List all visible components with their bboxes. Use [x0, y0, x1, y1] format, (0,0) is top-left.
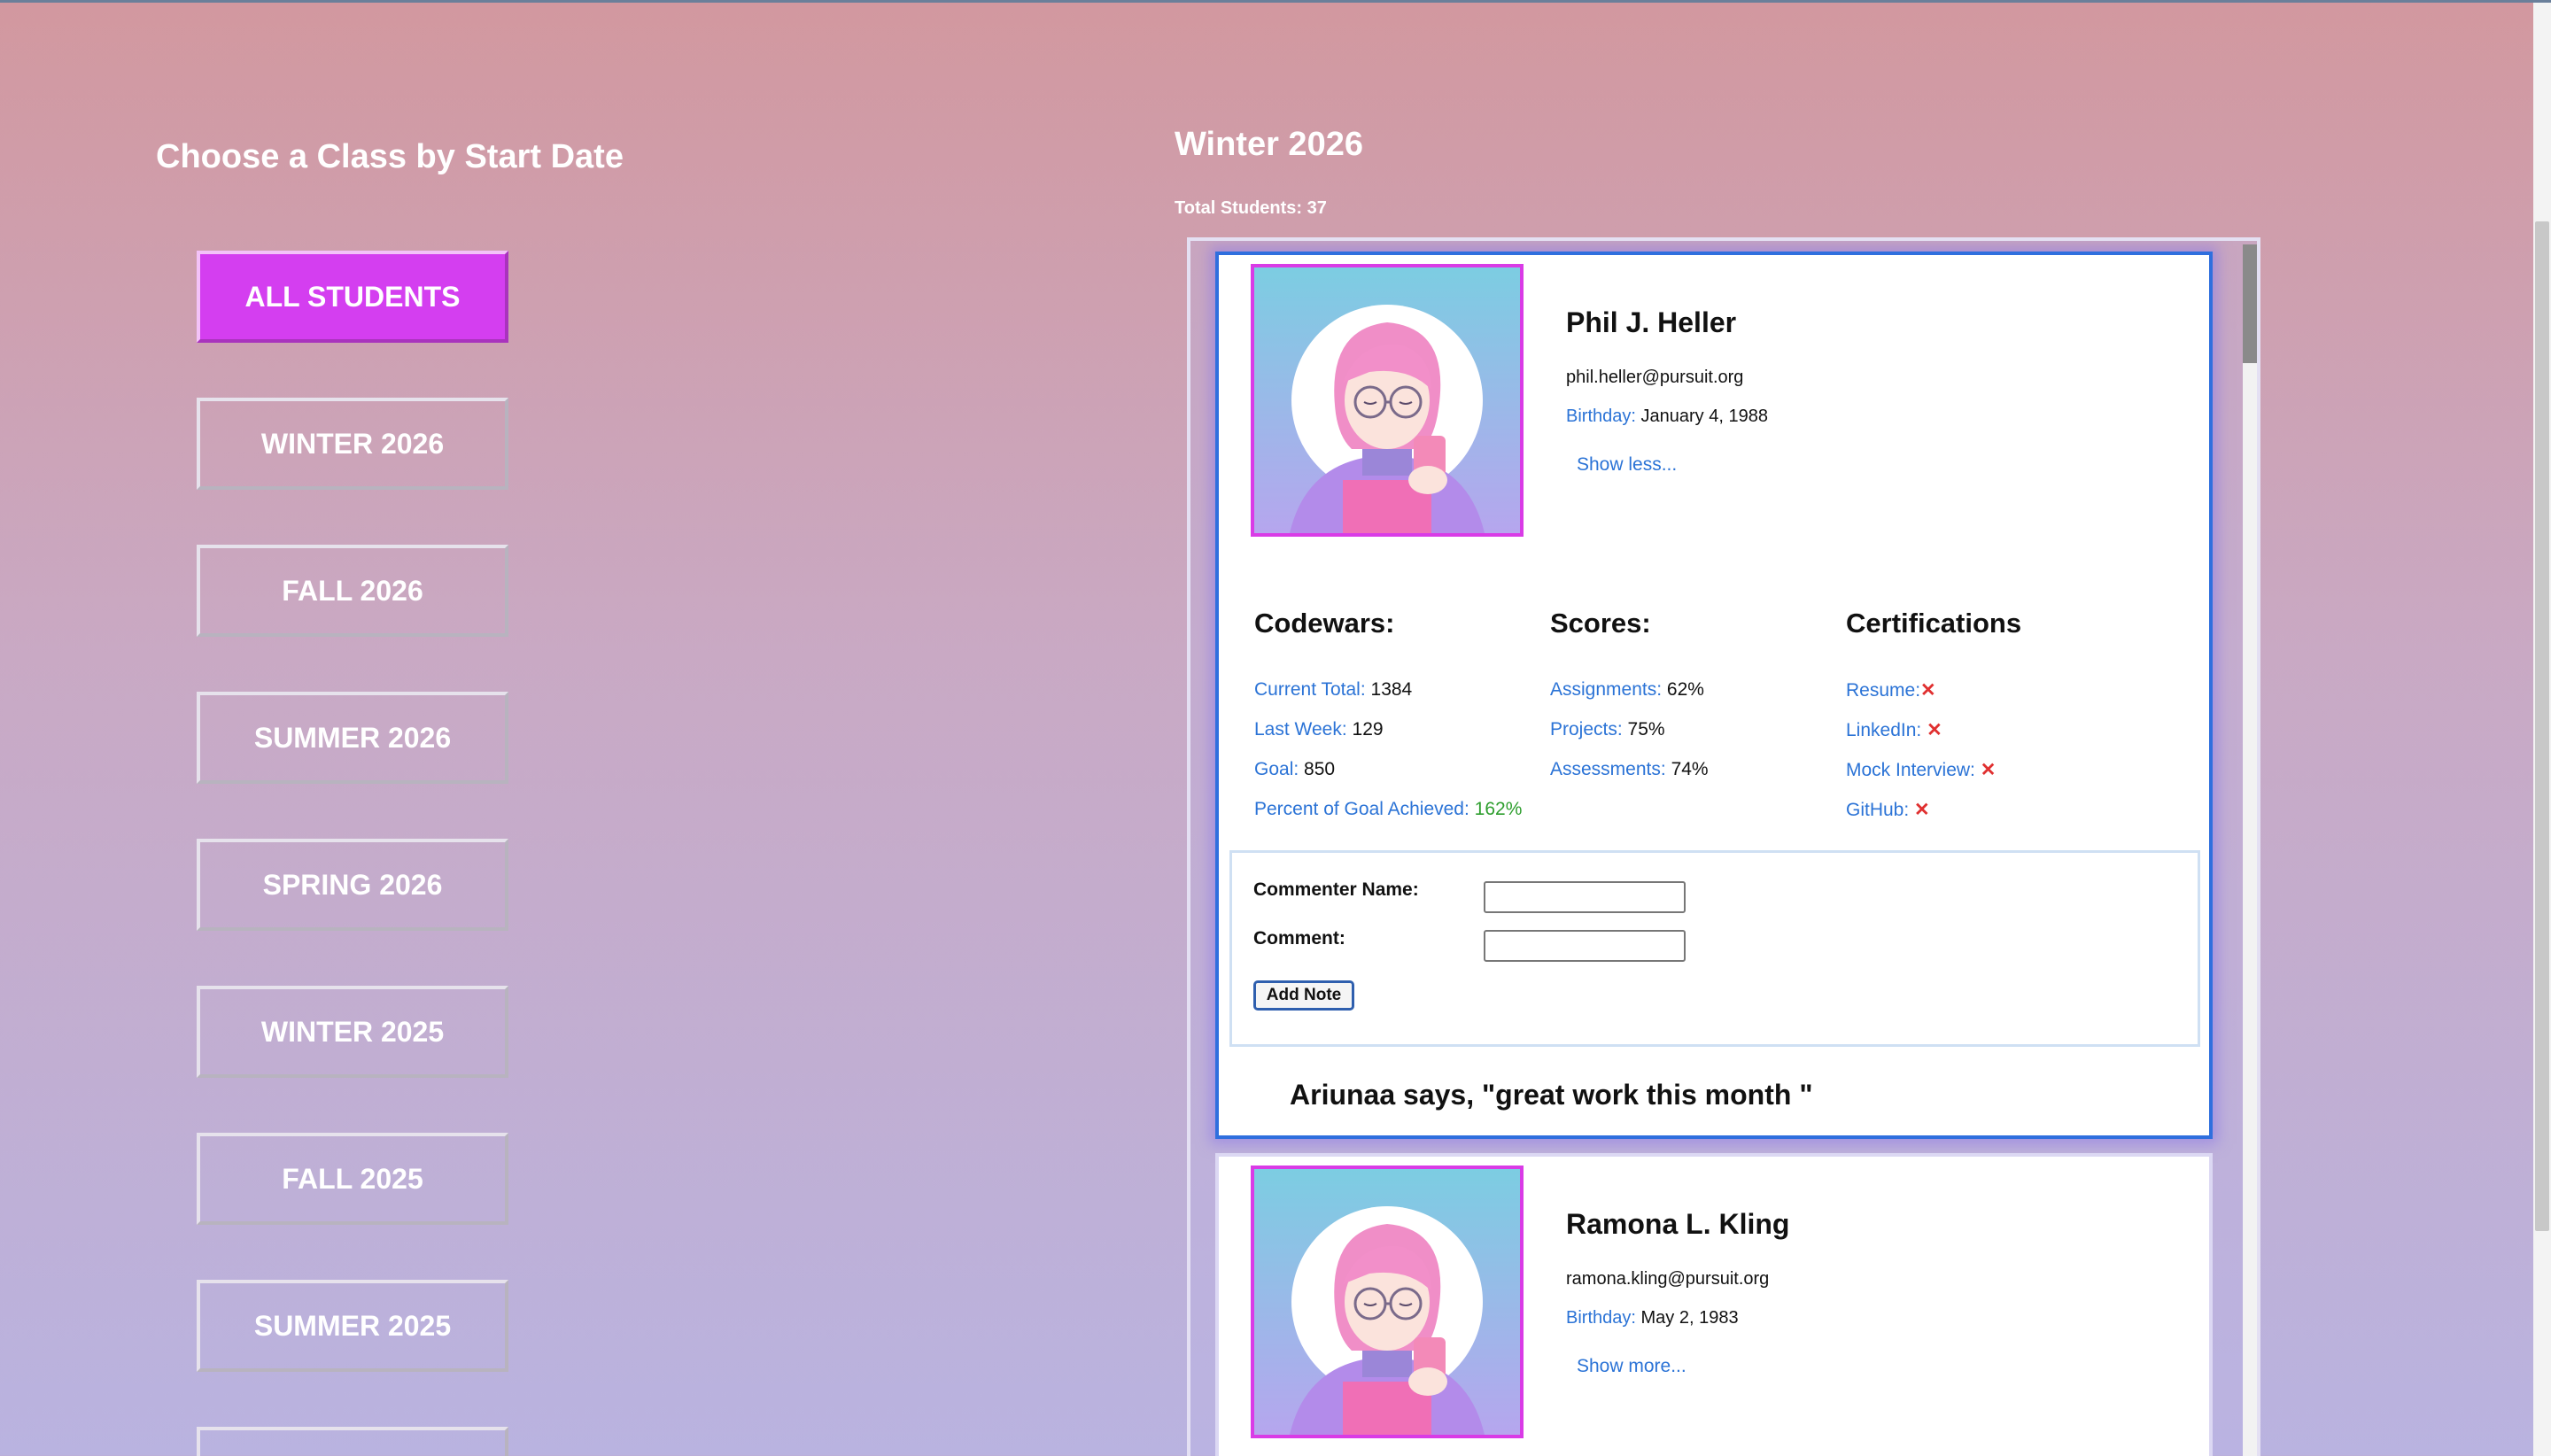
percent-goal-label: Percent of Goal Achieved: [1254, 799, 1469, 819]
student-email: phil.heller@pursuit.org [1566, 368, 1744, 387]
page-scrollbar-thumb[interactable] [2535, 221, 2549, 1231]
codewars-goal: Goal: 850 [1254, 759, 1335, 780]
score-assessments: Assessments: 74% [1550, 759, 1709, 780]
student-list[interactable]: Phil J. Heller phil.heller@pursuit.org B… [1187, 237, 2260, 1456]
add-note-button[interactable]: Add Note [1253, 980, 1354, 1011]
list-scrollbar-thumb[interactable] [2243, 244, 2257, 363]
assessments-label: Assessments: [1550, 759, 1666, 779]
comment-input[interactable] [1484, 930, 1686, 962]
list-scrollbar[interactable] [2243, 244, 2257, 1456]
class-button-fall-2025[interactable]: FALL 2025 [197, 1133, 508, 1225]
class-title: Winter 2026 [1175, 126, 1363, 163]
birthday-label: Birthday: [1566, 1308, 1636, 1328]
avatar-illustration-icon [1254, 1169, 1520, 1435]
student-card[interactable]: Ramona L. Kling ramona.kling@pursuit.org… [1215, 1153, 2213, 1456]
note-form: Commenter Name: Comment: Add Note [1229, 850, 2200, 1047]
x-icon: ✕ [1914, 800, 1930, 820]
assignments-value: 62% [1666, 679, 1704, 700]
class-button-spring-2026[interactable]: SPRING 2026 [197, 839, 508, 931]
student-card[interactable]: Phil J. Heller phil.heller@pursuit.org B… [1215, 252, 2213, 1139]
commenter-name-label: Commenter Name: [1253, 879, 1419, 900]
student-birthday: Birthday: January 4, 1988 [1566, 407, 1768, 427]
class-button-all-students[interactable]: ALL STUDENTS [197, 251, 508, 343]
certifications-heading: Certifications [1846, 608, 2022, 639]
last-week-label: Last Week: [1254, 719, 1347, 740]
codewars-last-week: Last Week: 129 [1254, 719, 1384, 740]
student-email: ramona.kling@pursuit.org [1566, 1269, 1770, 1289]
birthday-label: Birthday: [1566, 407, 1636, 426]
goal-label: Goal: [1254, 759, 1299, 779]
class-button-next[interactable] [197, 1427, 508, 1456]
x-icon: ✕ [1920, 680, 1936, 701]
cert-mock-interview: Mock Interview: ✕ [1846, 759, 1996, 781]
projects-value: 75% [1627, 719, 1665, 740]
avatar-illustration-icon [1254, 267, 1520, 533]
class-button-summer-2025[interactable]: SUMMER 2025 [197, 1280, 508, 1372]
show-more-link[interactable]: Show more... [1577, 1356, 1686, 1377]
commenter-name-input[interactable] [1484, 881, 1686, 913]
score-assignments: Assignments: 62% [1550, 679, 1704, 701]
scores-heading: Scores: [1550, 608, 1651, 639]
projects-label: Projects: [1550, 719, 1623, 740]
class-button-winter-2026[interactable]: WINTER 2026 [197, 398, 508, 490]
avatar [1251, 264, 1524, 537]
assessments-value: 74% [1671, 759, 1709, 779]
class-chooser-title: Choose a Class by Start Date [156, 138, 624, 175]
resume-label: Resume: [1846, 680, 1921, 701]
x-icon: ✕ [1980, 760, 1997, 780]
top-border [0, 0, 2551, 3]
class-button-summer-2026[interactable]: SUMMER 2026 [197, 692, 508, 784]
class-button-fall-2026[interactable]: FALL 2026 [197, 545, 508, 637]
cert-linkedin: LinkedIn: ✕ [1846, 719, 1942, 741]
codewars-current-total: Current Total: 1384 [1254, 679, 1412, 701]
codewars-percent-goal: Percent of Goal Achieved: 162% [1254, 799, 1522, 820]
class-button-winter-2025[interactable]: WINTER 2025 [197, 986, 508, 1078]
total-students-count: Total Students: 37 [1175, 198, 1327, 218]
avatar [1251, 1166, 1524, 1438]
percent-goal-value: 162% [1474, 799, 1523, 819]
current-total-value: 1384 [1370, 679, 1413, 700]
student-name: Ramona L. Kling [1566, 1208, 1790, 1240]
student-name: Phil J. Heller [1566, 306, 1737, 338]
cert-github: GitHub: ✕ [1846, 799, 1930, 821]
codewars-heading: Codewars: [1254, 608, 1395, 639]
current-total-label: Current Total: [1254, 679, 1366, 700]
linkedin-label: LinkedIn: [1846, 720, 1922, 740]
student-birthday: Birthday: May 2, 1983 [1566, 1308, 1739, 1328]
last-week-value: 129 [1352, 719, 1384, 740]
github-label: GitHub: [1846, 800, 1910, 820]
show-less-link[interactable]: Show less... [1577, 454, 1677, 476]
goal-value: 850 [1304, 759, 1336, 779]
cert-resume: Resume:✕ [1846, 679, 1936, 701]
mock-interview-label: Mock Interview: [1846, 760, 1975, 780]
birthday-value: May 2, 1983 [1640, 1308, 1739, 1328]
x-icon: ✕ [1927, 720, 1942, 740]
birthday-value: January 4, 1988 [1640, 407, 1768, 426]
assignments-label: Assignments: [1550, 679, 1663, 700]
score-projects: Projects: 75% [1550, 719, 1665, 740]
student-comment: Ariunaa says, "great work this month " [1290, 1079, 1813, 1111]
comment-label: Comment: [1253, 928, 1345, 949]
